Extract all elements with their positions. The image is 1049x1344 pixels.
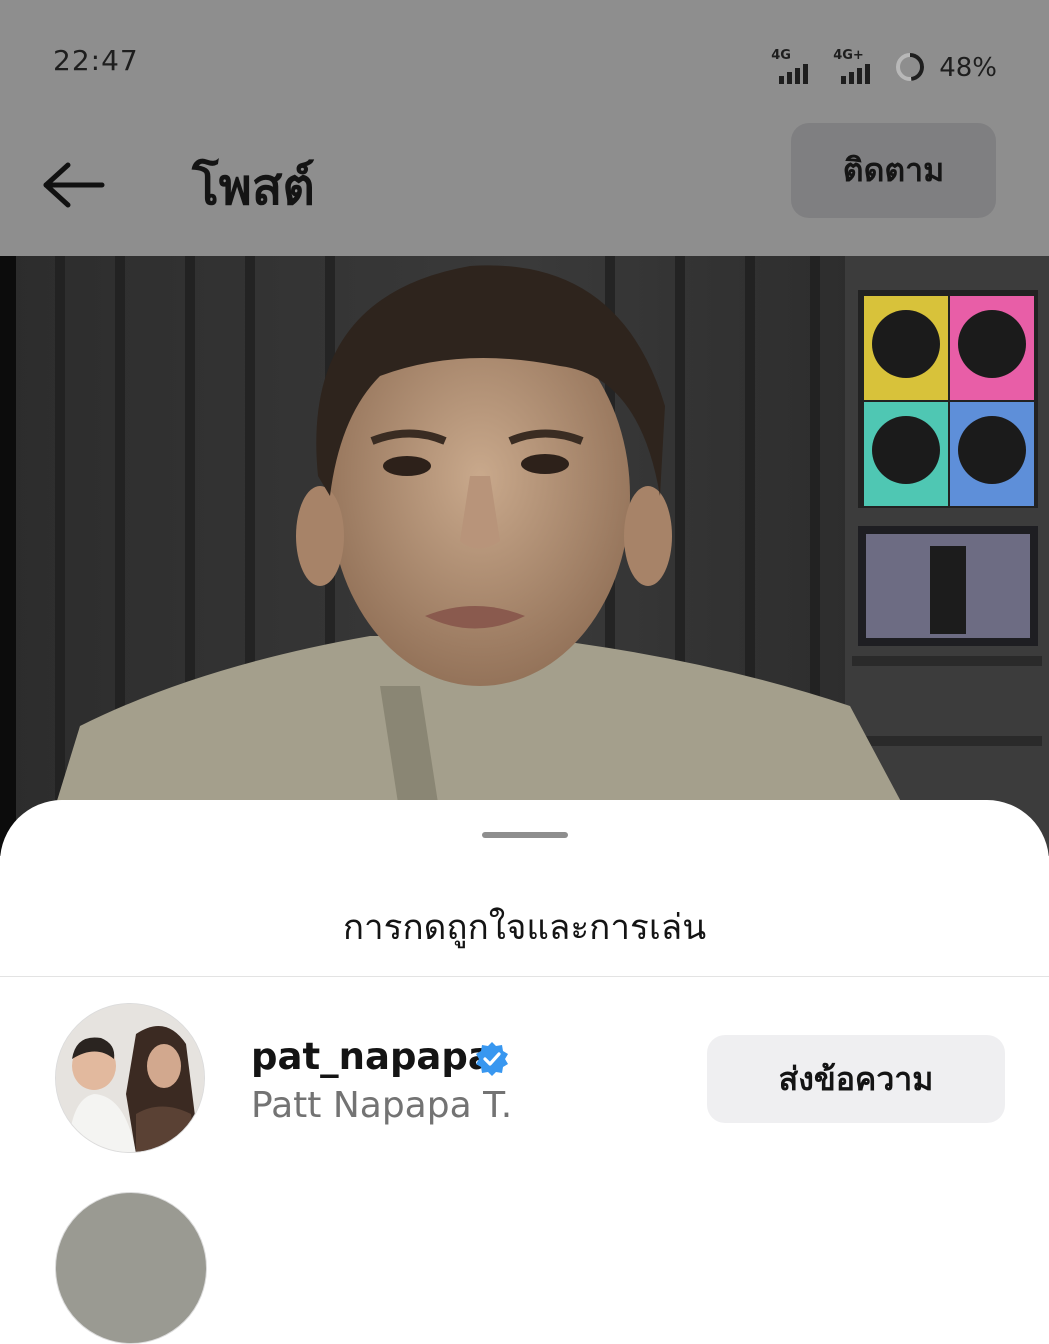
username[interactable]: pat_napapa	[251, 1035, 493, 1078]
avatar-image	[56, 1004, 204, 1152]
verified-badge-icon	[476, 1042, 508, 1076]
arrow-left-icon[interactable]	[40, 160, 110, 210]
avatar[interactable]	[55, 1003, 205, 1153]
follow-button[interactable]: ติดตาม	[791, 123, 996, 218]
send-message-button[interactable]: ส่งข้อความ	[707, 1035, 1005, 1123]
dimmed-header-area: 22:47 4G 4G+ 48% โพสต์ ติดตาม	[0, 0, 1049, 256]
full-name: Patt Napapa T.	[251, 1085, 513, 1126]
status-indicators: 4G 4G+ 48%	[771, 40, 997, 84]
network-label-1: 4G	[771, 48, 791, 63]
battery-icon	[896, 53, 925, 81]
status-time: 22:47	[53, 44, 139, 77]
network-signal-icon-2: 4G+	[833, 48, 881, 84]
battery-percent: 48%	[939, 53, 997, 83]
network-signal-icon: 4G	[771, 48, 819, 84]
drag-handle[interactable]	[482, 832, 568, 838]
post-image[interactable]	[0, 256, 1049, 856]
sheet-title: การกดถูกใจและการเล่น	[342, 908, 707, 948]
post-photo-illustration	[0, 256, 1049, 856]
divider	[0, 976, 1049, 977]
status-bar: 22:47 4G 4G+ 48%	[0, 0, 1049, 120]
list-item[interactable]: pat_napapa Patt Napapa T. ส่งข้อความ	[0, 1003, 1049, 1153]
network-label-2: 4G+	[833, 48, 864, 63]
top-nav-bar: โพสต์ ติดตาม	[0, 120, 1049, 256]
page-title: โพสต์	[192, 158, 315, 216]
avatar[interactable]	[55, 1192, 207, 1344]
likes-bottom-sheet: การกดถูกใจและการเล่น pat_napapa Patt Nap…	[0, 800, 1049, 1344]
